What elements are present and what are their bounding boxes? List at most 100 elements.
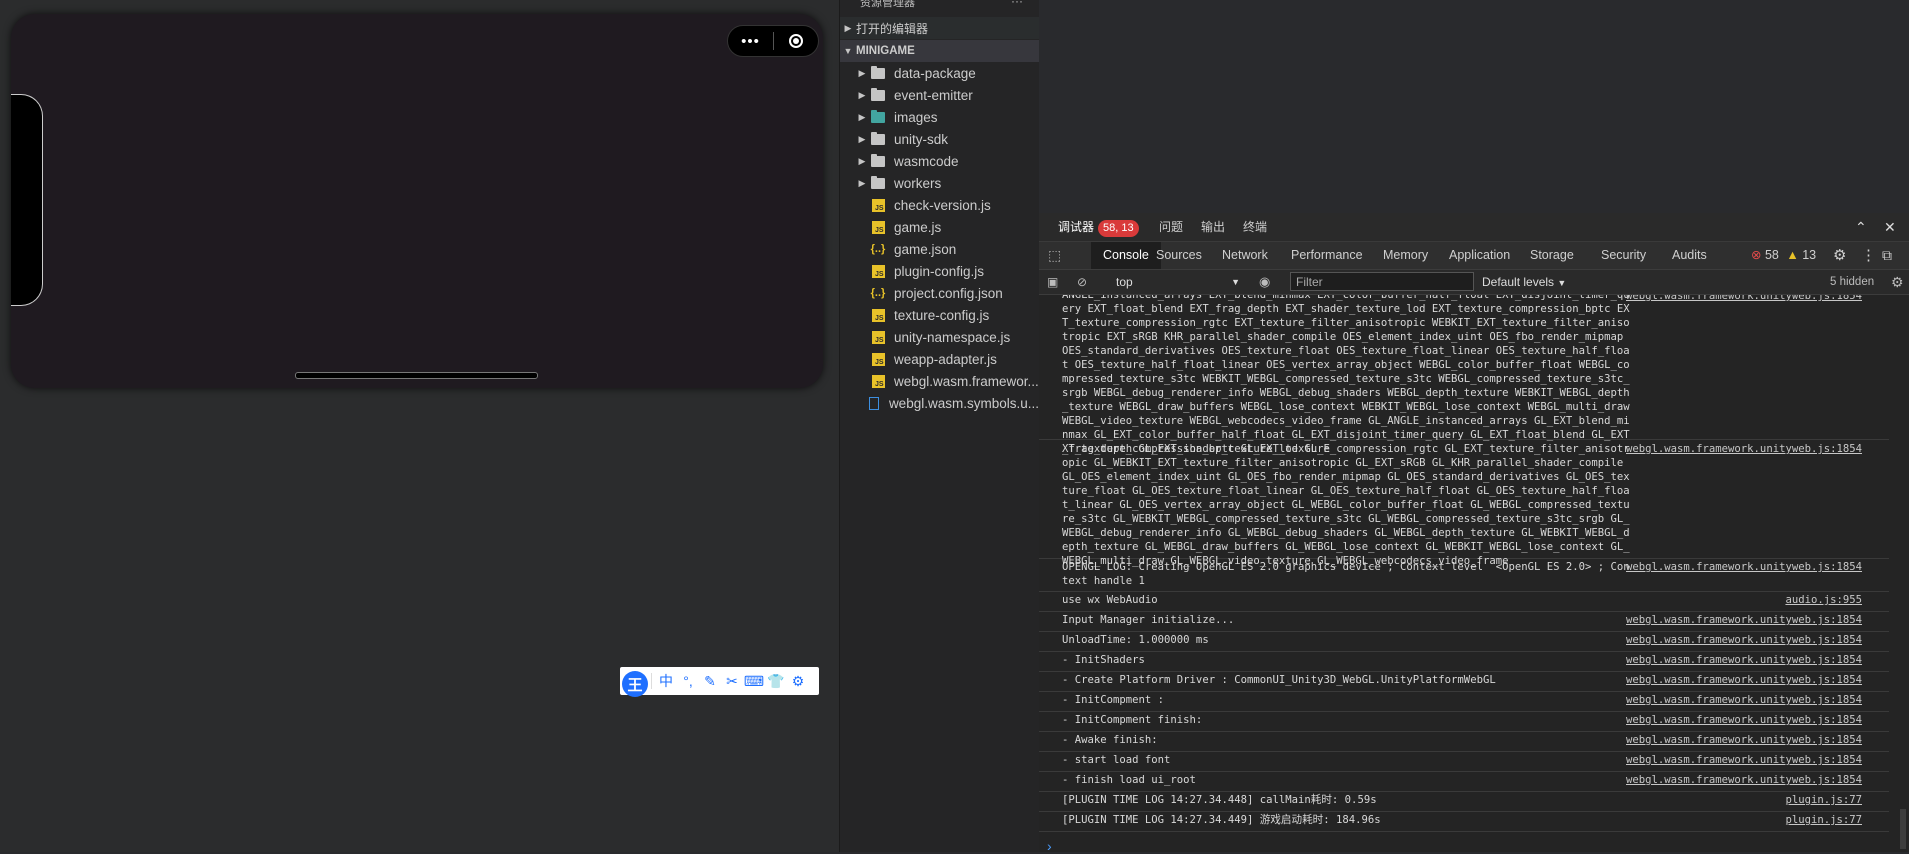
log-source-link[interactable]: webgl.wasm.framework.unityweb.js:1854 [1626,633,1862,647]
tab-storage[interactable]: Storage [1530,242,1574,269]
folder-item[interactable]: ▶ event-emitter [840,84,1039,106]
chevron-down-icon: ▼ [843,46,853,56]
file-item[interactable]: webgl.wasm.symbols.u... [840,392,1039,414]
ime-settings-icon[interactable]: ⚙ [787,673,809,690]
more-dots-icon[interactable]: ••• [728,33,773,50]
project-section[interactable]: ▼ MINIGAME [840,40,1039,62]
tab-debugger[interactable]: 调试器 58, 13 [1058,213,1139,241]
log-message: XT_texture_compression_bptc GL_EXT_textu… [1062,443,1630,567]
ime-scissors-icon[interactable]: ✂ [721,673,743,690]
log-source-link[interactable]: webgl.wasm.framework.unityweb.js:1854 [1626,560,1862,574]
project-label: MINIGAME [856,45,915,57]
log-source-link[interactable]: audio.js:955 [1785,593,1862,607]
console-log-row: - Awake finish: webgl.wasm.framework.unit… [1039,732,1889,752]
log-source-link[interactable]: webgl.wasm.framework.unityweb.js:1854 [1626,733,1862,747]
scrollbar-thumb[interactable] [1900,809,1906,849]
tab-memory[interactable]: Memory [1383,242,1428,269]
open-editors-label: 打开的编辑器 [856,21,929,36]
tab-console[interactable]: Console [1091,242,1161,269]
console-log-row: - start load font webgl.wasm.framework.un… [1039,752,1889,772]
log-source-link[interactable]: plugin.js:77 [1785,813,1862,827]
file-item[interactable]: JS plugin-config.js [840,260,1039,282]
ime-chinese-mode-icon[interactable]: 中 [655,671,677,691]
ime-logo-icon[interactable]: 王 [622,671,648,697]
log-message: - InitCompment finish: [1062,714,1203,726]
folder-icon [870,87,886,101]
log-source-link[interactable]: webgl.wasm.framework.unityweb.js:1854 [1626,773,1862,787]
ime-keyboard-icon[interactable]: ⌨ [743,673,765,690]
tab-audits[interactable]: Audits [1672,242,1707,269]
tab-security[interactable]: Security [1601,242,1646,269]
folder-icon [870,153,886,167]
tab-application[interactable]: Application [1449,242,1510,269]
open-editors-section[interactable]: ▶ 打开的编辑器 [840,17,1039,39]
ime-skin-icon[interactable]: 👕 [765,673,787,690]
log-source-link[interactable]: webgl.wasm.framework.unityweb.js:1854 [1626,295,1862,303]
file-item[interactable]: JS texture-config.js [840,304,1039,326]
log-source-link[interactable]: webgl.wasm.framework.unityweb.js:1854 [1626,653,1862,667]
log-source-link[interactable]: webgl.wasm.framework.unityweb.js:1854 [1626,442,1862,456]
log-message: UnloadTime: 1.000000 ms [1062,634,1209,646]
file-name: game.json [894,241,957,257]
log-source-link[interactable]: plugin.js:77 [1785,793,1862,807]
log-source-link[interactable]: webgl.wasm.framework.unityweb.js:1854 [1626,673,1862,687]
log-message: OPENGL LOG: Creating OpenGL ES 2.0 graph… [1062,561,1630,587]
tab-sources[interactable]: Sources [1156,242,1202,269]
file-item[interactable]: JS webgl.wasm.framewor... [840,370,1039,392]
console-settings-icon[interactable]: ⚙ [1891,272,1904,292]
file-item[interactable]: JS unity-namespace.js [840,326,1039,348]
sidebar-toggle-icon[interactable]: ▣ [1047,272,1058,292]
tab-performance[interactable]: Performance [1291,242,1363,269]
gear-icon[interactable]: ⚙ [1833,242,1846,269]
chevron-right-icon: ▶ [844,22,852,33]
ime-handwrite-icon[interactable]: ✎ [699,673,721,690]
console-log-row: - InitCompment : webgl.wasm.framework.uni… [1039,692,1889,712]
file-item[interactable]: {..} project.config.json [840,282,1039,304]
inspect-element-icon[interactable]: ⬚ [1048,242,1061,269]
side-panel-handle[interactable] [11,94,43,306]
tab-terminal[interactable]: 终端 [1243,213,1267,241]
folder-name: event-emitter [894,87,973,103]
more-vertical-icon[interactable]: ⋮ [1861,242,1876,269]
file-item[interactable]: {..} game.json [840,238,1039,260]
file-name: texture-config.js [894,307,990,323]
eye-icon[interactable]: ◉ [1259,272,1270,292]
log-source-link[interactable]: webgl.wasm.framework.unityweb.js:1854 [1626,713,1862,727]
folder-item[interactable]: ▶ wasmcode [840,150,1039,172]
error-count[interactable]: ⊗ 58 ▲ 13 [1751,242,1816,269]
log-levels-select[interactable]: Default levels ▼ [1482,272,1566,293]
clear-console-icon[interactable]: ⊘ [1077,272,1087,292]
folder-item[interactable]: ▶ workers [840,172,1039,194]
record-target-icon[interactable] [774,34,818,48]
js-file-icon: JS [870,330,886,344]
context-value: top [1116,275,1133,289]
dock-icon[interactable]: ⧉ [1882,242,1892,269]
home-indicator [295,372,538,379]
file-item[interactable]: JS game.js [840,216,1039,238]
file-item[interactable]: JS check-version.js [840,194,1039,216]
chevron-up-icon[interactable]: ⌃ [1855,213,1867,241]
console-scrollbar[interactable] [1899,295,1907,852]
log-source-link[interactable]: webgl.wasm.framework.unityweb.js:1854 [1626,693,1862,707]
log-source-link[interactable]: webgl.wasm.framework.unityweb.js:1854 [1626,753,1862,767]
explorer-more-button[interactable]: ··· [1011,0,1023,8]
log-source-link[interactable]: webgl.wasm.framework.unityweb.js:1854 [1626,613,1862,627]
folder-item[interactable]: ▶ images [840,106,1039,128]
console-log-row: - InitCompment finish: webgl.wasm.framewo… [1039,712,1889,732]
tab-output[interactable]: 输出 [1201,213,1225,241]
ime-punctuation-icon[interactable]: °, [677,673,699,689]
chevron-down-icon: ▼ [1231,277,1240,287]
folder-item[interactable]: ▶ unity-sdk [840,128,1039,150]
tab-network[interactable]: Network [1222,242,1268,269]
filter-input[interactable]: Filter [1290,272,1474,291]
tab-issues[interactable]: 问题 [1159,213,1183,241]
simulator-panel: ••• 王 中 °, ✎ ✂ ⌨ 👕 ⚙ [0,0,839,852]
context-select[interactable]: top ▼ [1110,272,1246,292]
game-screen[interactable]: ••• [11,14,823,388]
console-output[interactable]: ANGLE_instanced_arrays EXT_blend_minmax … [1039,295,1895,852]
close-icon[interactable]: ✕ [1884,213,1896,241]
folder-item[interactable]: ▶ data-package [840,62,1039,84]
js-file-icon: JS [870,374,886,388]
issue-count-badge: 58, 13 [1098,220,1139,237]
file-item[interactable]: JS weapp-adapter.js [840,348,1039,370]
